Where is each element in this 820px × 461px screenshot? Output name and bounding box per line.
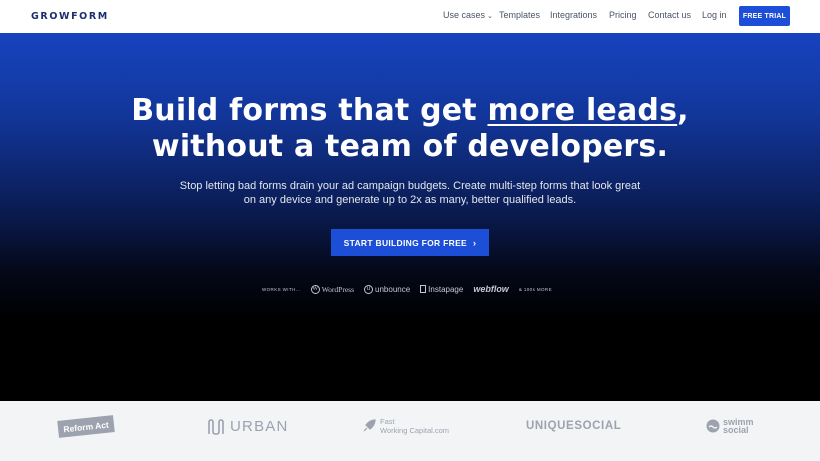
fast-label: Fast (380, 417, 395, 426)
unbounce-icon: u (364, 284, 374, 294)
headline-line2: without a team of developers. (151, 129, 669, 164)
wordpress-icon: W (310, 284, 320, 294)
urban-logo: URBAN (207, 418, 289, 435)
nav-use-cases[interactable]: Use cases ⌄ (443, 10, 493, 20)
hero-subtitle-line2: on any device and generate up to 2x as m… (243, 194, 577, 206)
instapage-icon (420, 285, 427, 293)
start-building-label: START BUILDING FOR FREE (343, 237, 468, 248)
rocket-icon (363, 419, 376, 432)
headline-highlight: more leads (487, 93, 678, 128)
works-with-label: WORKS WITH... (262, 286, 301, 292)
working-capital-label: Working Capital.com (380, 426, 450, 435)
headline-line1: Build forms that get more leads, (0, 93, 820, 128)
fast-working-capital-text: Fast Working Capital.com (380, 417, 449, 435)
nav-integrations[interactable]: Integrations (550, 10, 597, 20)
instapage-label: Instapage (428, 284, 464, 294)
instapage-logo: Instapage (420, 285, 463, 294)
urban-label: URBAN (230, 418, 289, 435)
hero-section: Build forms that get more leads, without… (0, 33, 820, 401)
growform-logo[interactable]: GROWFORM (31, 11, 109, 22)
wordpress-logo: W WordPress (310, 284, 355, 294)
fast-working-capital-logo: Fast Working Capital.com (362, 417, 449, 435)
swimm-social-text: swimm social (723, 418, 754, 435)
nav-contact-us[interactable]: Contact us (648, 10, 691, 20)
urban-icon (208, 418, 224, 435)
start-building-button[interactable]: START BUILDING FOR FREE › (331, 229, 489, 256)
webflow-logo: webflow (473, 284, 509, 294)
hero-subtitle-line1: Stop letting bad forms drain your ad cam… (179, 180, 641, 192)
headline-text: Build forms that get (131, 93, 488, 128)
swimm-icon (706, 419, 720, 433)
integrations-row: WORKS WITH... W WordPress u unbounce Insta… (262, 283, 552, 295)
social-label: social (723, 425, 749, 435)
nav-pricing[interactable]: Pricing (609, 10, 637, 20)
more-integrations-label: & 100s MORE (518, 286, 552, 292)
swimm-social-logo: swimm social (706, 418, 754, 435)
unbounce-label: unbounce (375, 284, 411, 294)
free-trial-button[interactable]: FREE TRIAL (739, 6, 790, 26)
reform-act-logo: Reform Act (57, 415, 115, 438)
nav-templates[interactable]: Templates (499, 10, 540, 20)
nav-log-in[interactable]: Log in (702, 10, 727, 20)
headline-comma: , (677, 93, 689, 128)
top-nav: GROWFORM Use cases ⌄ Templates Integratio… (0, 0, 820, 33)
chevron-down-icon: ⌄ (487, 13, 493, 20)
unbounce-logo: u unbounce (364, 284, 411, 294)
wordpress-label: WordPress (321, 284, 355, 294)
nav-use-cases-label: Use cases (443, 10, 486, 20)
chevron-right-icon: › (473, 237, 477, 248)
customer-logo-strip: Reform Act URBAN Fast Working Capital.co… (0, 401, 820, 461)
uniquesocial-logo: UNIQUESOCIAL (526, 420, 622, 432)
